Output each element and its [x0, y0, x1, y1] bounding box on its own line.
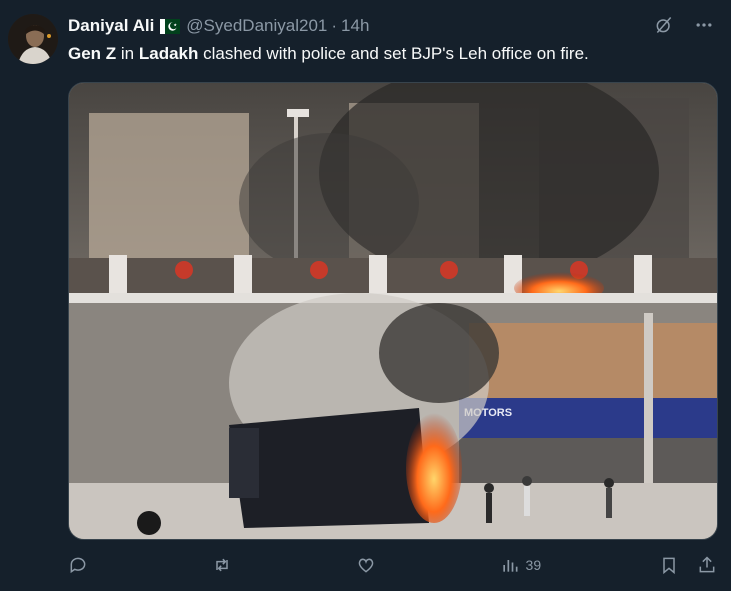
more-icon[interactable] — [693, 14, 715, 36]
tweet-text-part: Gen Z — [68, 44, 117, 63]
avatar[interactable] — [8, 14, 58, 64]
bookmark-button[interactable] — [659, 555, 679, 575]
share-icon — [699, 556, 715, 573]
right-actions — [659, 555, 717, 575]
author-name[interactable]: Daniyal Ali — [68, 16, 154, 36]
tweet-text-part: clashed with police and set BJP's Leh of… — [198, 44, 589, 63]
timestamp[interactable]: 14h — [341, 16, 369, 36]
tweet-media-image[interactable]: MOTORS — [68, 82, 718, 540]
share-button[interactable] — [697, 555, 717, 575]
reply-icon — [70, 557, 86, 574]
retweet-button[interactable] — [212, 555, 238, 575]
views-button[interactable]: 39 — [500, 555, 542, 575]
reply-button[interactable] — [68, 555, 94, 575]
top-actions — [653, 14, 715, 36]
tweet-text: Gen Z in Ladakh clashed with police and … — [68, 42, 711, 66]
views-count: 39 — [525, 557, 542, 573]
author-handle[interactable]: @SyedDaniyal201 — [186, 16, 327, 36]
views-icon — [502, 560, 518, 572]
separator: · — [331, 16, 338, 35]
like-icon — [358, 558, 373, 573]
like-button[interactable] — [356, 555, 382, 575]
tweet-header: Daniyal Ali @SyedDaniyal201 · 14h — [68, 14, 671, 38]
pakistan-flag-icon — [160, 18, 181, 34]
grok-icon[interactable] — [653, 14, 675, 36]
tweet-text-part: in — [116, 44, 139, 63]
tweet-text-part: Ladakh — [138, 44, 199, 63]
retweet-icon — [216, 558, 228, 572]
bookmark-icon — [663, 557, 675, 575]
tweet-actions: 39 — [68, 552, 717, 578]
